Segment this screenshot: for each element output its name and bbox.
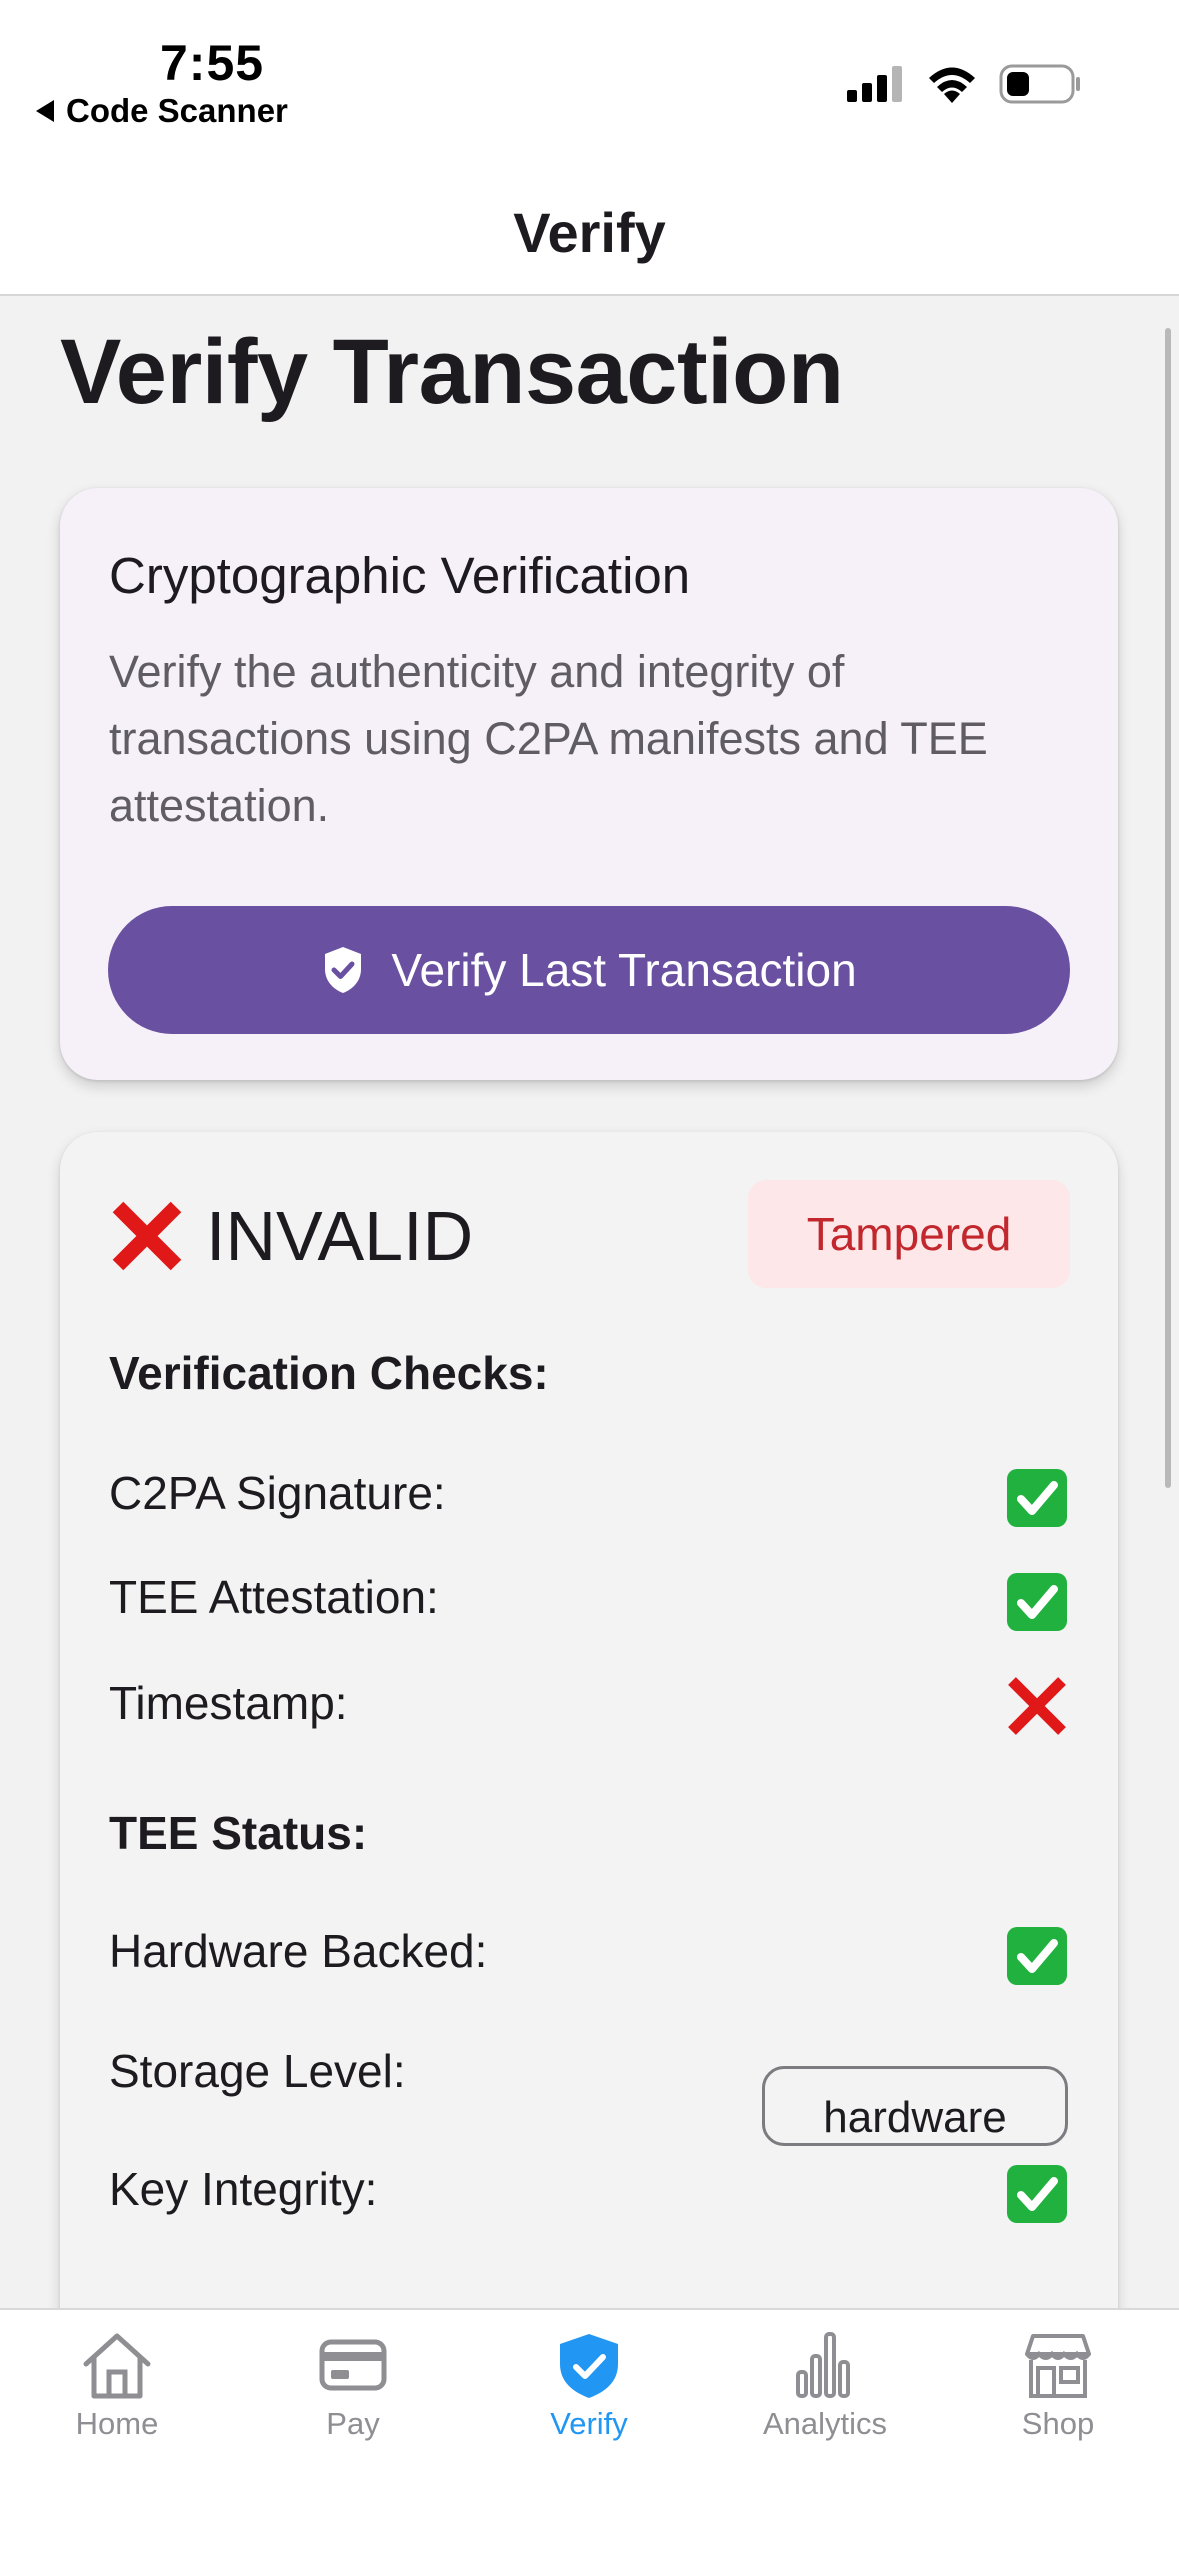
storage-level-text: hardware	[823, 2093, 1007, 2142]
check-label-timestamp: Timestamp:	[109, 1677, 348, 1729]
tee-label-hardware-backed: Hardware Backed:	[109, 1925, 488, 1977]
verification-checks-heading: Verification Checks:	[109, 1347, 549, 1399]
tab-verify-label: Verify	[550, 2406, 628, 2441]
shield-check-icon	[560, 2334, 618, 2398]
main-content[interactable]: Verify Transaction Cryptographic Verific…	[0, 296, 1179, 2308]
tab-shop-label: Shop	[1021, 2406, 1095, 2441]
scrollbar[interactable]	[1165, 328, 1171, 1488]
signal-icon	[847, 66, 902, 102]
tee-label-storage-level: Storage Level:	[109, 2045, 406, 2097]
bar-chart-icon	[796, 2332, 850, 2398]
wifi-icon	[929, 67, 975, 103]
card-icon	[319, 2339, 387, 2391]
check-label-tee: TEE Attestation:	[109, 1571, 439, 1623]
back-to-app-link[interactable]: Code Scanner	[36, 92, 288, 130]
status-time: 7:55	[160, 35, 265, 91]
back-app-label: Code Scanner	[66, 92, 288, 129]
status-badge: Tampered	[748, 1180, 1070, 1288]
tab-pay-label: Pay	[326, 2406, 380, 2441]
cross-icon	[1008, 1677, 1066, 1735]
status-bar: 7:55 Code Scanner	[0, 0, 1179, 170]
shield-check-icon	[325, 947, 362, 993]
tab-home-label: Home	[75, 2406, 159, 2441]
tab-home[interactable]: Home	[27, 2330, 207, 2442]
status-icons	[847, 64, 1081, 104]
tee-label-key-integrity: Key Integrity:	[109, 2163, 378, 2215]
verify-last-transaction-button[interactable]: Verify Last Transaction	[108, 906, 1070, 1034]
back-arrow-icon	[36, 100, 54, 122]
store-icon	[1025, 2334, 1091, 2398]
bottom-tab-bar: Home Pay Verify Analytics Shop	[0, 2308, 1179, 2558]
tab-analytics[interactable]: Analytics	[735, 2330, 915, 2442]
home-icon	[83, 2333, 151, 2399]
tee-status-heading: TEE Status:	[109, 1807, 368, 1859]
cross-icon	[112, 1201, 182, 1271]
check-mark-icon	[1007, 1469, 1067, 1527]
storage-level-value: hardware	[762, 2066, 1068, 2146]
tab-analytics-label: Analytics	[762, 2406, 888, 2441]
check-mark-icon	[1007, 1573, 1067, 1631]
card-title: Cryptographic Verification	[109, 547, 691, 604]
tab-shop[interactable]: Shop	[968, 2330, 1148, 2442]
status-badge-label: Tampered	[806, 1208, 1012, 1260]
card-description: Verify the authenticity and integrity of…	[109, 646, 988, 831]
crypto-verification-card: Cryptographic Verification Verify the au…	[60, 488, 1118, 1080]
check-mark-icon	[1007, 1927, 1067, 1985]
verify-button-label: Verify Last Transaction	[391, 944, 857, 996]
battery-icon	[999, 64, 1080, 104]
tab-pay[interactable]: Pay	[263, 2330, 443, 2442]
check-label-c2pa: C2PA Signature:	[109, 1467, 446, 1519]
verification-result-card: INVALID Tampered Verification Checks: C2…	[60, 1132, 1118, 2308]
check-mark-icon	[1007, 2165, 1067, 2223]
tab-verify[interactable]: Verify	[499, 2330, 679, 2442]
header-title: Verify	[513, 201, 666, 264]
nav-header: Verify	[0, 170, 1179, 296]
result-status: INVALID	[108, 1196, 473, 1276]
result-status-text: INVALID	[206, 1197, 474, 1275]
page-title: Verify Transaction	[60, 321, 844, 423]
